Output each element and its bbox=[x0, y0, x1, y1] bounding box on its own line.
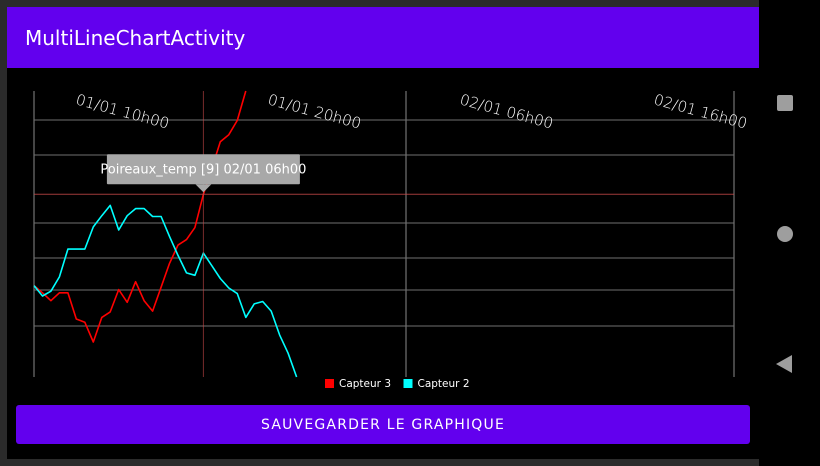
recents-icon[interactable] bbox=[777, 95, 793, 111]
chart-legend: Capteur 3 Capteur 2 bbox=[325, 378, 470, 390]
tooltip-pointer bbox=[195, 184, 212, 193]
series-line-0 bbox=[33, 90, 247, 343]
legend-label: Capteur 3 bbox=[339, 378, 391, 390]
system-navigation-bar bbox=[759, 0, 820, 466]
legend-swatch bbox=[403, 379, 413, 388]
x-tick-label: 01/01 10h00 bbox=[74, 90, 171, 132]
x-tick-label: 02/01 06h00 bbox=[458, 90, 555, 132]
app-screen: MultiLineChartActivity 01/01 10h00 01/01 … bbox=[7, 7, 759, 459]
tooltip-text: Poireaux_temp [9] 02/01 06h00 bbox=[100, 162, 306, 177]
app-bar: MultiLineChartActivity bbox=[7, 7, 759, 68]
series-line-1 bbox=[33, 204, 298, 378]
back-icon[interactable] bbox=[776, 355, 792, 373]
legend-label: Capteur 2 bbox=[418, 378, 470, 390]
series-lines bbox=[33, 90, 298, 378]
x-tick-label: 01/01 20h00 bbox=[266, 90, 363, 132]
highlight-marker: Poireaux_temp [9] 02/01 06h00 bbox=[34, 91, 734, 377]
grid-lines bbox=[33, 91, 735, 377]
app-title: MultiLineChartActivity bbox=[25, 26, 246, 50]
save-chart-button[interactable]: SAUVEGARDER LE GRAPHIQUE bbox=[16, 405, 750, 444]
legend-swatch bbox=[325, 379, 334, 388]
home-icon[interactable] bbox=[777, 226, 793, 242]
x-axis-labels: 01/01 10h00 01/01 20h00 02/01 06h00 02/01 1… bbox=[74, 90, 749, 132]
multi-line-chart[interactable]: 01/01 10h00 01/01 20h00 02/01 06h00 02/01 1… bbox=[7, 68, 759, 398]
